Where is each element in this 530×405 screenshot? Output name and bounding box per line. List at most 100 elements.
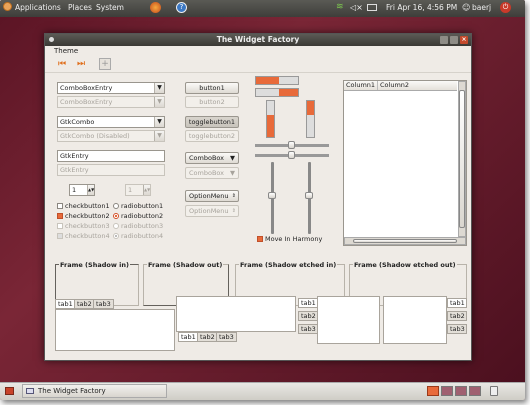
user-name[interactable]: baerj: [472, 3, 491, 12]
checkbutton1[interactable]: checkbutton1: [57, 202, 110, 211]
workspace-3[interactable]: [455, 386, 467, 396]
tab-bottom-3[interactable]: tab3: [216, 332, 237, 342]
tab-top-2[interactable]: tab2: [74, 299, 95, 309]
window-icon: [26, 388, 34, 394]
tab-bottom-2[interactable]: tab2: [197, 332, 218, 342]
window-titlebar[interactable]: The Widget Factory ×: [45, 34, 471, 46]
window-menu-icon[interactable]: [49, 37, 54, 42]
notebook-top: [55, 309, 175, 351]
vscale2-handle[interactable]: [305, 192, 313, 199]
chevron-down-icon[interactable]: ▼: [154, 117, 164, 127]
vertical-scrollbar-thumb[interactable]: [459, 90, 465, 228]
workspace-4[interactable]: [469, 386, 481, 396]
workspace-2[interactable]: [441, 386, 453, 396]
radiobutton2[interactable]: radiobutton2: [113, 212, 163, 221]
go-first-icon[interactable]: ⏮: [58, 60, 66, 69]
tab-top-1[interactable]: tab1: [55, 299, 76, 309]
radiobutton1-label: radiobutton1: [121, 202, 164, 210]
comboboxentry-text: ComboBoxEntry: [60, 84, 113, 92]
minimize-icon[interactable]: [440, 36, 448, 44]
workspace-1[interactable]: [427, 386, 439, 396]
menu-applications[interactable]: Applications: [15, 3, 61, 12]
comboboxentry[interactable]: ComboBoxEntry ▼: [57, 82, 165, 94]
vscale1-handle[interactable]: [268, 192, 276, 199]
checkbutton4: checkbutton4: [57, 232, 110, 241]
optionmenu-label: OptionMenu: [189, 192, 229, 200]
hscale2-handle[interactable]: [288, 151, 295, 159]
checkbutton3-label: checkbutton3: [65, 222, 110, 230]
vertical-scrollbar[interactable]: [458, 81, 466, 237]
frame-shadow-out-label: Frame (Shadow out): [147, 261, 224, 269]
menu-theme[interactable]: Theme: [54, 47, 78, 55]
horizontal-scrollbar-thumb[interactable]: [353, 239, 457, 243]
tab-left-2[interactable]: tab2: [298, 311, 318, 321]
notebook-bottom: [176, 296, 296, 332]
menu-system[interactable]: System: [96, 3, 124, 12]
gtkentry-disabled-text: GtkEntry: [60, 166, 89, 174]
network-icon[interactable]: ≋: [336, 3, 344, 12]
column2-header[interactable]: Column2: [377, 81, 409, 90]
close-icon[interactable]: ×: [460, 36, 468, 44]
frame-shadow-etched-out-label: Frame (Shadow etched out): [353, 261, 457, 269]
window-title: The Widget Factory: [216, 35, 300, 44]
trash-icon[interactable]: [490, 386, 498, 396]
updown-icon: ⇕: [231, 208, 236, 214]
spin-arrows-icon[interactable]: ▲▼: [87, 185, 94, 195]
tab-bottom-1[interactable]: tab1: [178, 332, 199, 342]
updown-icon[interactable]: ⇕: [232, 191, 236, 201]
tab-right-2[interactable]: tab2: [447, 311, 467, 321]
gtkcombo[interactable]: GtkCombo ▼: [57, 116, 165, 128]
checkbox-icon[interactable]: [57, 203, 63, 209]
treeview[interactable]: Column1 Column2: [343, 80, 467, 246]
gtkentry[interactable]: GtkEntry: [57, 150, 165, 162]
column1-header[interactable]: Column1: [346, 81, 375, 90]
checkbutton2[interactable]: checkbutton2: [57, 212, 110, 221]
radio-icon[interactable]: [113, 203, 119, 209]
gtkentry-disabled: GtkEntry: [57, 164, 165, 176]
optionmenu[interactable]: OptionMenu ⇕: [185, 190, 239, 202]
tab-left-1[interactable]: tab1: [298, 298, 318, 308]
optionmenu-disabled: OptionMenu ⇕: [185, 205, 239, 217]
maximize-icon[interactable]: [450, 36, 458, 44]
mail-icon[interactable]: [367, 4, 377, 11]
clock[interactable]: Fri Apr 16, 4:56 PM: [386, 3, 457, 12]
power-icon[interactable]: ⏻: [500, 2, 511, 13]
tab-left-3[interactable]: tab3: [298, 324, 318, 334]
chevron-down-icon[interactable]: ▼: [154, 83, 164, 93]
checkbox-checked-icon[interactable]: [257, 236, 263, 242]
volume-icon[interactable]: ◁×: [350, 3, 363, 12]
go-last-icon[interactable]: ⏭: [77, 60, 85, 69]
horizontal-scrollbar[interactable]: [344, 237, 466, 245]
widget-factory-window: The Widget Factory × Theme ⏮ ⏭ + ComboBo…: [44, 33, 472, 361]
ubuntu-logo-icon[interactable]: [3, 2, 12, 11]
toolbar: ⏮ ⏭ +: [45, 56, 471, 73]
checkbutton4-label: checkbutton4: [65, 232, 110, 240]
move-in-harmony-check[interactable]: Move In Harmony: [257, 235, 322, 244]
hscale1-handle[interactable]: [288, 141, 295, 149]
firefox-icon[interactable]: [150, 2, 161, 13]
tab-right-1[interactable]: tab1: [447, 298, 467, 308]
combobox-label: ComboBox: [189, 154, 225, 162]
chevron-down-icon[interactable]: ▼: [230, 153, 235, 163]
gtkcombo-disabled: GtkCombo (Disabled) ▼: [57, 130, 165, 142]
checkbox-checked-icon[interactable]: [57, 213, 63, 219]
progressbar-v2-fill: [307, 101, 314, 116]
gtkcombo-text: GtkCombo: [60, 118, 95, 126]
combobox[interactable]: ComboBox ▼: [185, 152, 239, 164]
tab-top-3[interactable]: tab3: [93, 299, 114, 309]
spinbutton-value: 1: [72, 186, 77, 194]
radiobutton1[interactable]: radiobutton1: [113, 202, 163, 211]
togglebutton1[interactable]: togglebutton1: [185, 116, 239, 128]
taskbar-window-button[interactable]: The Widget Factory: [22, 384, 167, 398]
add-icon[interactable]: +: [99, 58, 111, 70]
menu-places[interactable]: Places: [68, 3, 92, 12]
radio-selected-icon[interactable]: [113, 213, 119, 219]
button1[interactable]: button1: [185, 82, 239, 94]
tab-right-3[interactable]: tab3: [447, 324, 467, 334]
spinbutton[interactable]: 1 ▲▼: [69, 184, 95, 196]
combobox-disabled: ComboBox ▼: [185, 167, 239, 179]
show-desktop-icon[interactable]: [5, 387, 14, 395]
progressbar-h1-fill: [256, 77, 280, 84]
progressbar-h1: [255, 76, 299, 85]
comboboxentry-disabled-text: ComboBoxEntry: [60, 98, 113, 106]
